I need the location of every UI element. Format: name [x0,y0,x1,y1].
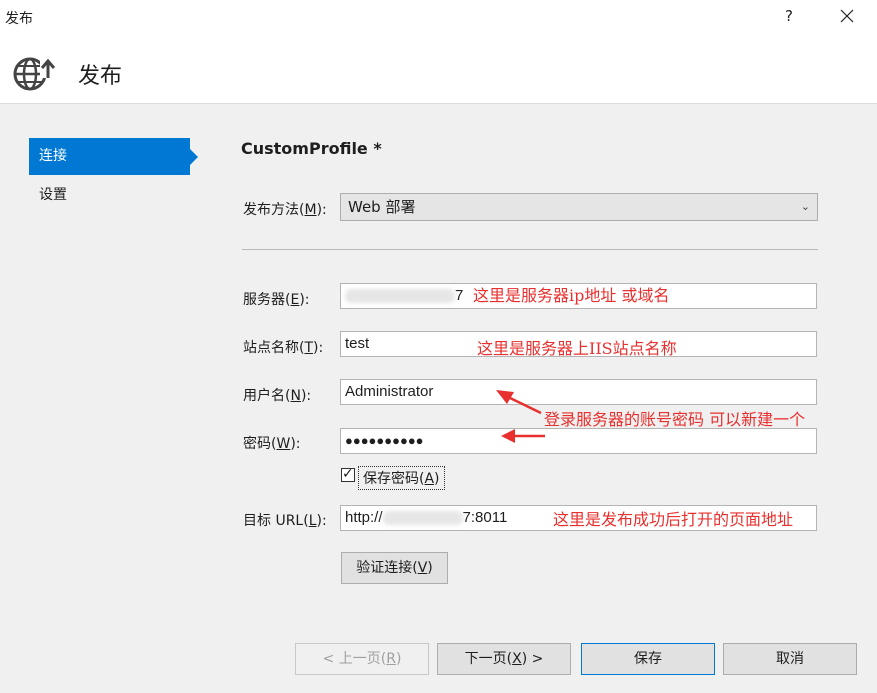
annotation-arrows [496,390,545,443]
arrow-to-username [496,390,542,415]
arrow-to-password [501,429,545,443]
